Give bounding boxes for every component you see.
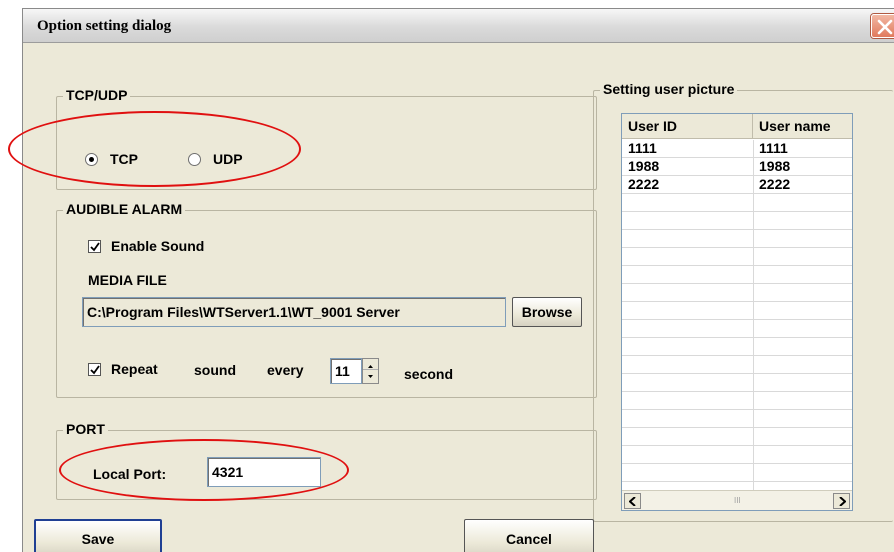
chevron-left-icon xyxy=(629,497,636,506)
checkmark-icon xyxy=(90,241,100,251)
enable-sound-label: Enable Sound xyxy=(111,238,205,254)
spin-up-button[interactable] xyxy=(363,359,378,370)
enable-sound-checkbox[interactable]: Enable Sound xyxy=(88,238,204,254)
table-row[interactable]: 2222 2222 xyxy=(622,176,852,194)
empty-row xyxy=(622,212,852,230)
checkmark-icon xyxy=(90,364,100,374)
tcp-udp-group-label: TCP/UDP xyxy=(63,87,131,103)
user-id-cell: 1111 xyxy=(628,140,657,156)
sound-label: sound xyxy=(194,362,236,378)
repeat-label: Repeat xyxy=(111,361,158,377)
empty-row xyxy=(622,266,852,284)
empty-row xyxy=(622,320,852,338)
user-name-cell: 1111 xyxy=(759,140,788,156)
browse-button[interactable]: Browse xyxy=(512,297,582,327)
user-id-cell: 2222 xyxy=(628,176,660,192)
horizontal-scrollbar[interactable]: III xyxy=(622,490,852,510)
empty-row xyxy=(622,338,852,356)
title-bar: Option setting dialog xyxy=(23,9,894,43)
empty-row xyxy=(622,464,852,482)
empty-row xyxy=(622,428,852,446)
tcp-udp-highlight-ellipse xyxy=(8,111,301,187)
user-id-cell: 1988 xyxy=(628,158,660,174)
dialog-title: Option setting dialog xyxy=(37,18,172,34)
close-button[interactable] xyxy=(871,14,894,38)
user-list-body: 1111 1111 1988 1988 2222 2222 xyxy=(622,140,852,500)
user-name-cell: 1988 xyxy=(759,158,791,174)
empty-row xyxy=(622,230,852,248)
empty-row xyxy=(622,284,852,302)
close-icon xyxy=(877,19,893,35)
arrow-down-icon xyxy=(368,375,373,378)
local-port-highlight-ellipse xyxy=(59,439,349,501)
scroll-right-button[interactable] xyxy=(833,493,850,509)
empty-row xyxy=(622,410,852,428)
chevron-right-icon xyxy=(839,497,846,506)
empty-row xyxy=(622,194,852,212)
user-picture-group-label: Setting user picture xyxy=(600,81,738,97)
scroll-left-button[interactable] xyxy=(624,493,641,509)
empty-row xyxy=(622,446,852,464)
every-label: every xyxy=(267,362,304,378)
user-list[interactable]: User ID User name 1111 1111 1988 1988 22… xyxy=(621,113,853,511)
empty-row xyxy=(622,248,852,266)
empty-row xyxy=(622,356,852,374)
empty-row xyxy=(622,392,852,410)
spin-down-button[interactable] xyxy=(363,370,378,381)
port-group-label: PORT xyxy=(63,421,108,437)
save-button[interactable]: Save xyxy=(34,519,162,552)
audible-alarm-group-label: AUDIBLE ALARM xyxy=(63,201,186,217)
repeat-seconds-spinner[interactable] xyxy=(362,358,379,384)
table-row[interactable]: 1111 1111 xyxy=(622,140,852,158)
column-user-name[interactable]: User name xyxy=(753,114,852,139)
column-user-id[interactable]: User ID xyxy=(622,114,753,139)
media-file-label: MEDIA FILE xyxy=(88,272,167,288)
repeat-check[interactable] xyxy=(88,362,101,376)
table-row[interactable]: 1988 1988 xyxy=(622,158,852,176)
user-name-cell: 2222 xyxy=(759,176,791,192)
repeat-checkbox[interactable]: Repeat xyxy=(88,361,158,377)
media-file-path-field[interactable]: C:\Program Files\WTServer1.1\WT_9001 Ser… xyxy=(82,297,506,327)
enable-sound-check[interactable] xyxy=(88,239,101,253)
second-label: second xyxy=(404,366,454,382)
cancel-button[interactable]: Cancel xyxy=(464,519,594,552)
scrollbar-grip[interactable]: III xyxy=(734,496,741,505)
empty-row xyxy=(622,374,852,392)
repeat-seconds-input[interactable]: 11 xyxy=(330,358,362,384)
empty-row xyxy=(622,302,852,320)
user-list-header: User ID User name xyxy=(622,114,852,139)
